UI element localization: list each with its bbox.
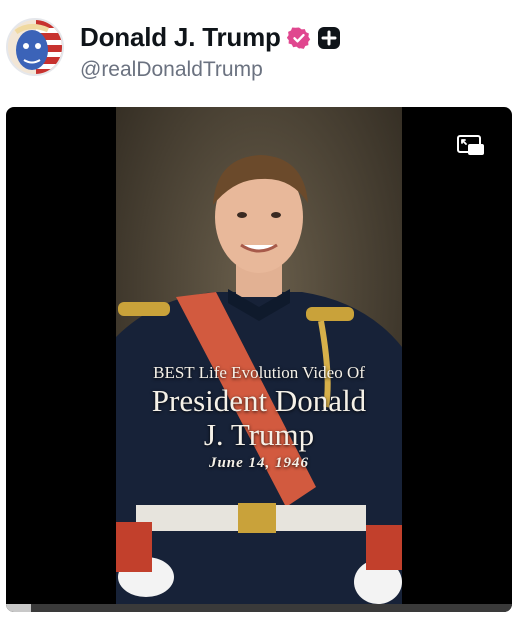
video-caption-line3: J. Trump [203, 417, 315, 452]
display-name[interactable]: Donald J. Trump [80, 22, 281, 53]
video-frame[interactable]: BEST Life Evolution Video Of President D… [116, 107, 402, 612]
video-thumbnail-portrait [116, 107, 402, 612]
plus-icon [317, 26, 341, 50]
user-handle[interactable]: @realDonaldTrump [80, 58, 263, 82]
avatar[interactable] [6, 18, 64, 76]
video-progress-fill [6, 604, 32, 612]
video-caption-line1: BEST Life Evolution Video Of [153, 363, 365, 382]
post-header: Donald J. Trump @realDonaldTrump [6, 18, 514, 86]
verified-icon [286, 26, 311, 50]
avatar-flag-portrait [8, 20, 62, 74]
video-progress-bar[interactable] [6, 604, 512, 612]
video-caption-date: June 14, 1946 [208, 455, 310, 471]
name-row: Donald J. Trump [80, 22, 341, 53]
picture-in-picture-icon[interactable] [456, 133, 486, 157]
video-caption-line2: President Donald [151, 383, 367, 418]
video-player[interactable]: BEST Life Evolution Video Of President D… [6, 107, 512, 612]
